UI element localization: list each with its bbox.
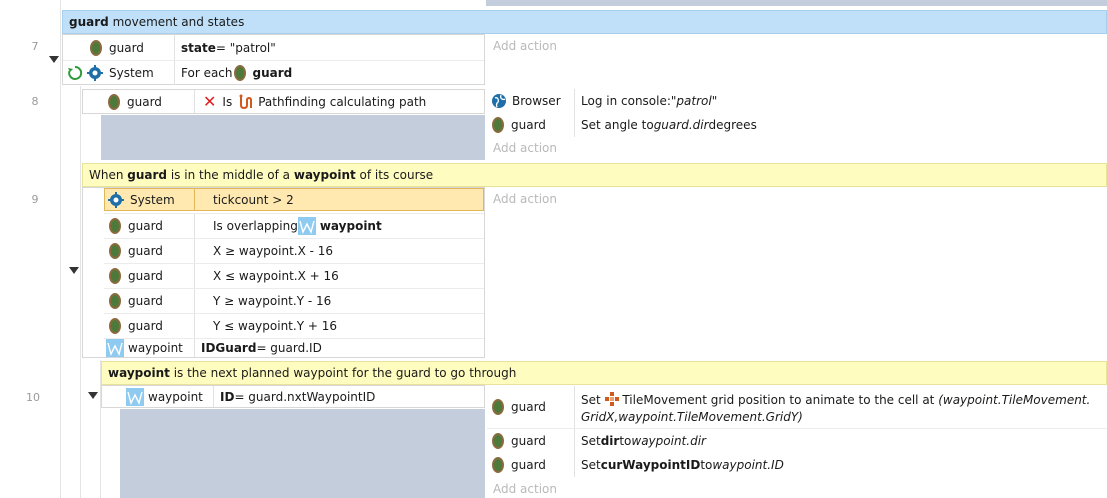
event-10-conditions[interactable]: waypoint ID = guard.nxtWaypointID — [101, 385, 485, 408]
gutter-line — [80, 86, 81, 498]
event-10-collapsed-area — [120, 409, 485, 498]
waypoint-icon — [126, 387, 144, 406]
condition-text[interactable]: X ≤ waypoint.X + 16 — [195, 264, 484, 288]
guard-icon — [492, 433, 504, 449]
action-object: Browser — [487, 89, 575, 113]
waypoint-icon — [297, 217, 316, 235]
condition-object: waypoint — [102, 386, 214, 407]
event-8-conditions[interactable]: guard ✕ Is Pathfinding calculating path — [82, 89, 485, 114]
gear-icon — [108, 191, 124, 208]
condition-text[interactable]: ID = guard.nxtWaypointID — [214, 386, 484, 407]
invert-x-icon: ✕ — [203, 92, 217, 111]
guard-icon — [492, 117, 504, 133]
condition-text[interactable]: X ≥ waypoint.X - 16 — [195, 239, 484, 263]
group-name: guard — [69, 15, 109, 29]
condition-text[interactable]: ✕ Is Pathfinding calculating path — [195, 90, 484, 113]
loop-icon — [68, 65, 83, 80]
condition-text[interactable]: Is overlapping waypoint — [195, 214, 484, 238]
collapse-triangle-icon[interactable] — [69, 267, 79, 274]
action-text[interactable]: Set dir to waypoint.dir — [575, 429, 1107, 453]
condition-object: guard — [63, 35, 175, 60]
guard-icon — [109, 293, 121, 309]
condition-text[interactable]: For each guard — [175, 61, 484, 85]
condition-text[interactable]: Y ≥ waypoint.Y - 16 — [195, 289, 484, 313]
condition-object: guard — [104, 289, 195, 313]
condition-object: System — [104, 188, 195, 211]
comment-event-10[interactable]: waypoint is the next planned waypoint fo… — [101, 361, 1107, 385]
event-7-conditions[interactable]: guard state = "patrol" System For each g… — [62, 34, 485, 85]
condition-text[interactable]: Y ≤ waypoint.Y + 16 — [195, 314, 484, 338]
guard-icon — [109, 318, 121, 334]
event-number: 10 — [26, 391, 40, 404]
guard-icon — [108, 93, 120, 110]
condition-text[interactable]: tickcount > 2 — [195, 188, 484, 211]
event-10-actions: guard Set TileMovement grid position to … — [487, 386, 1107, 498]
globe-icon — [492, 94, 506, 108]
pathfinding-icon — [239, 94, 253, 109]
condition-object: guard — [104, 239, 195, 263]
collapse-triangle-icon[interactable] — [88, 392, 98, 399]
action-object: guard — [487, 453, 575, 477]
condition-object: guard — [104, 214, 195, 238]
collapse-triangle-icon[interactable] — [49, 56, 59, 63]
action-text[interactable]: Log in console: "patrol" — [575, 89, 1107, 113]
event-number: 9 — [31, 193, 39, 206]
group-title: movement and states — [108, 15, 245, 29]
gutter-line — [60, 0, 61, 498]
condition-object: guard — [104, 314, 195, 338]
action-object: guard — [487, 386, 575, 428]
event-number: 7 — [31, 40, 39, 53]
comment-event-9[interactable]: When guard is in the middle of a waypoin… — [82, 163, 1107, 187]
add-action-link[interactable]: Add action — [493, 141, 557, 155]
previous-event-actions — [486, 0, 1107, 6]
event-number: 8 — [31, 95, 39, 108]
add-action-link[interactable]: Add action — [493, 39, 557, 53]
action-object: guard — [487, 429, 575, 453]
guard-icon — [109, 268, 121, 284]
guard-icon — [492, 457, 504, 473]
guard-icon — [109, 218, 121, 234]
event-8-actions: Browser Log in console: "patrol" guard S… — [487, 89, 1107, 160]
guard-icon — [492, 399, 504, 415]
add-action-link[interactable]: Add action — [493, 192, 557, 206]
action-object: guard — [487, 113, 575, 137]
condition-object: guard — [104, 264, 195, 288]
condition-text[interactable]: IDGuard = guard.ID — [195, 339, 484, 357]
action-text[interactable]: Set curWaypointID to waypoint.ID — [575, 453, 1107, 477]
condition-object: guard — [83, 90, 195, 113]
add-action-link[interactable]: Add action — [493, 482, 557, 496]
condition-object: System — [63, 61, 175, 85]
condition-text[interactable]: state = "patrol" — [175, 35, 484, 60]
condition-object: waypoint — [104, 339, 195, 357]
event-9-conditions[interactable]: System tickcount > 2 guard Is overlappin… — [82, 187, 485, 358]
action-text[interactable]: Set TileMovement grid position to animat… — [575, 386, 1107, 428]
guard-icon — [109, 243, 121, 259]
waypoint-icon — [106, 339, 124, 357]
guard-icon — [90, 39, 102, 56]
tile-movement-icon — [604, 392, 619, 406]
guard-icon — [233, 65, 246, 81]
group-header[interactable]: guard movement and states — [62, 10, 1107, 34]
action-text[interactable]: Set angle to guard.dir degrees — [575, 113, 1107, 137]
gear-icon — [87, 65, 103, 81]
event-8-collapsed-area — [101, 115, 485, 160]
